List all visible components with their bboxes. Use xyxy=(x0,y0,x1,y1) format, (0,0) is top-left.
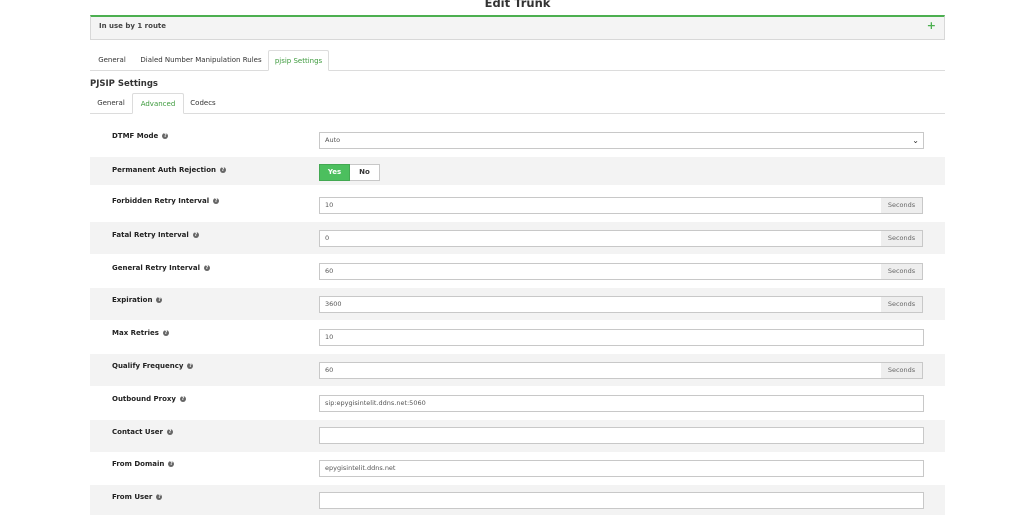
seconds-addon: Seconds xyxy=(881,263,923,280)
from-user-label: From User xyxy=(112,493,153,501)
expiration-input[interactable]: 3600 xyxy=(319,296,882,313)
help-icon[interactable]: ? xyxy=(162,330,169,336)
help-icon[interactable]: ? xyxy=(156,494,163,500)
from-domain-input[interactable]: epygisintelit.ddns.net xyxy=(319,460,924,477)
expand-plus-icon[interactable]: + xyxy=(927,19,936,32)
help-icon[interactable]: ? xyxy=(192,232,199,238)
contact-user-input[interactable] xyxy=(319,427,924,444)
usage-text: In use by 1 route xyxy=(99,22,167,30)
help-icon[interactable]: ? xyxy=(166,429,173,435)
outbound-proxy-label: Outbound Proxy xyxy=(112,395,176,403)
pjsip-subtabs: General Advanced Codecs xyxy=(90,93,945,114)
tab-pjsip-settings[interactable]: pjsip Settings xyxy=(268,50,329,71)
row-qualify-frequency: Qualify Frequency? 60 Seconds xyxy=(90,354,945,386)
max-retries-label: Max Retries xyxy=(112,329,159,337)
subtab-advanced[interactable]: Advanced xyxy=(132,93,184,114)
permanent-auth-rejection-label: Permanent Auth Rejection xyxy=(112,166,216,174)
row-from-domain: From Domain? epygisintelit.ddns.net xyxy=(90,452,945,485)
section-title: PJSIP Settings xyxy=(90,79,158,89)
chevron-down-icon: ⌄ xyxy=(912,136,919,145)
row-general-retry-interval: General Retry Interval? 60 Seconds xyxy=(90,255,945,288)
general-retry-interval-label: General Retry Interval xyxy=(112,264,200,272)
seconds-addon: Seconds xyxy=(881,362,923,379)
expiration-label: Expiration xyxy=(112,296,153,304)
qualify-frequency-input[interactable]: 60 xyxy=(319,362,882,379)
seconds-addon: Seconds xyxy=(881,197,923,214)
dtmf-mode-label: DTMF Mode xyxy=(112,132,159,140)
forbidden-retry-interval-label: Forbidden Retry Interval xyxy=(112,197,210,205)
dtmf-mode-value: Auto xyxy=(325,136,341,144)
row-outbound-proxy: Outbound Proxy? sip:epygisintelit.ddns.n… xyxy=(90,387,945,420)
dtmf-mode-select[interactable]: Auto ⌄ xyxy=(319,132,924,149)
trunk-tabs: General Dialed Number Manipulation Rules… xyxy=(90,50,945,71)
row-fatal-retry-interval: Fatal Retry Interval? 0 Seconds xyxy=(90,222,945,254)
seconds-addon: Seconds xyxy=(881,296,923,313)
qualify-frequency-label: Qualify Frequency xyxy=(112,362,184,370)
help-icon[interactable]: ? xyxy=(156,297,163,303)
from-user-input[interactable] xyxy=(319,492,924,509)
page-title: Edit Trunk xyxy=(484,0,551,10)
row-permanent-auth-rejection: Permanent Auth Rejection? Yes No xyxy=(90,157,945,185)
row-contact-user: Contact User? xyxy=(90,420,945,452)
row-from-user: From User? xyxy=(90,485,945,515)
max-retries-input[interactable]: 10 xyxy=(319,329,924,346)
help-icon[interactable]: ? xyxy=(168,461,175,467)
row-max-retries: Max Retries? 10 xyxy=(90,321,945,354)
help-icon[interactable]: ? xyxy=(204,265,210,271)
seconds-addon: Seconds xyxy=(881,230,923,247)
usage-panel[interactable]: In use by 1 route + xyxy=(90,15,945,40)
outbound-proxy-input[interactable]: sip:epygisintelit.ddns.net:5060 xyxy=(319,395,924,412)
fatal-retry-interval-input[interactable]: 0 xyxy=(319,230,882,247)
help-icon[interactable]: ? xyxy=(213,198,220,204)
row-expiration: Expiration? 3600 Seconds xyxy=(90,288,945,320)
contact-user-label: Contact User xyxy=(112,428,163,436)
subtab-codecs[interactable]: Codecs xyxy=(184,93,222,113)
subtab-general[interactable]: General xyxy=(90,93,132,113)
no-button[interactable]: No xyxy=(350,164,380,181)
row-dtmf-mode: DTMF Mode? Auto ⌄ xyxy=(90,122,945,157)
help-icon[interactable]: ? xyxy=(162,133,169,139)
yes-button[interactable]: Yes xyxy=(319,164,350,181)
fatal-retry-interval-label: Fatal Retry Interval xyxy=(112,231,189,239)
help-icon[interactable]: ? xyxy=(187,363,194,369)
forbidden-retry-interval-input[interactable]: 10 xyxy=(319,197,882,214)
help-icon[interactable]: ? xyxy=(220,167,226,173)
help-icon[interactable]: ? xyxy=(179,396,186,402)
row-forbidden-retry-interval: Forbidden Retry Interval? 10 Seconds xyxy=(90,188,945,220)
general-retry-interval-input[interactable]: 60 xyxy=(319,263,882,280)
tab-general[interactable]: General xyxy=(90,50,134,70)
from-domain-label: From Domain xyxy=(112,460,165,468)
tab-dialed-number-manipulation-rules[interactable]: Dialed Number Manipulation Rules xyxy=(134,50,268,70)
